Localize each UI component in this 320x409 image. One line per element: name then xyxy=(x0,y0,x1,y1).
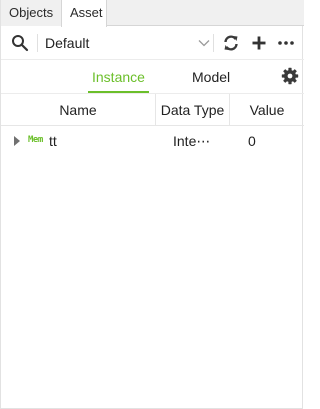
scope-select[interactable]: Default xyxy=(45,30,211,56)
row-value: 0 xyxy=(248,133,256,149)
tab-instance[interactable]: Instance xyxy=(88,68,149,93)
tab-objects[interactable]: Objects xyxy=(1,0,61,26)
column-header-value[interactable]: Value xyxy=(229,94,304,126)
mode-tabs: Instance Model xyxy=(1,60,304,94)
tab-instance-label: Instance xyxy=(92,69,145,85)
more-icon[interactable] xyxy=(277,34,295,52)
plus-icon[interactable] xyxy=(250,34,268,52)
tab-asset[interactable]: Asset xyxy=(61,0,107,27)
tab-model-label: Model xyxy=(192,69,231,85)
toolbar-divider xyxy=(37,34,38,52)
gear-icon[interactable] xyxy=(281,67,299,85)
row-name: tt xyxy=(49,133,57,149)
expand-caret-icon[interactable] xyxy=(14,136,20,146)
search-icon[interactable] xyxy=(11,34,29,52)
row-data-type: Inte⋯ xyxy=(173,133,211,149)
asset-toolbar: Default xyxy=(1,26,304,60)
member-badge-icon: Mem xyxy=(28,135,43,145)
column-header-name[interactable]: Name xyxy=(1,94,155,126)
table-header: Name Data Type Value xyxy=(1,94,304,126)
asset-panel: Objects Asset Default Instance Model Nam… xyxy=(0,0,304,409)
tab-model[interactable]: Model xyxy=(192,68,230,86)
chevron-down-icon xyxy=(197,36,211,50)
toolbar-divider xyxy=(213,34,214,52)
refresh-icon[interactable] xyxy=(222,34,240,52)
panel-tab-bar: Objects Asset xyxy=(1,0,304,27)
active-tab-underline xyxy=(88,91,149,93)
scope-select-value: Default xyxy=(45,35,90,51)
table-row[interactable]: Mem tt Inte⋯ 0 xyxy=(1,127,304,155)
column-header-data-type[interactable]: Data Type xyxy=(155,94,229,126)
